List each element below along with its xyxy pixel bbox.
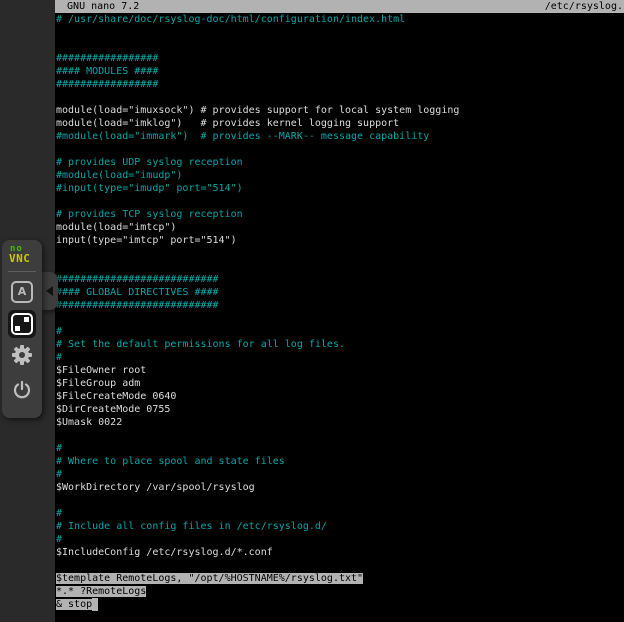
editor-line: # provides UDP syslog reception	[56, 156, 624, 169]
editor-line: & stop	[56, 598, 624, 611]
editor-line	[56, 195, 624, 208]
editor-line: #	[56, 351, 624, 364]
editor-line	[56, 91, 624, 104]
novnc-control-bar: no VNC A	[2, 240, 42, 418]
nano-editor-area[interactable]: # /usr/share/doc/rsyslog-doc/html/config…	[55, 13, 624, 611]
editor-line: $IncludeConfig /etc/rsyslog.d/*.conf	[56, 546, 624, 559]
fullscreen-button[interactable]	[8, 310, 36, 338]
editor-line: #### MODULES ####	[56, 65, 624, 78]
fullscreen-icon	[11, 313, 33, 335]
editor-line	[56, 260, 624, 273]
editor-line	[56, 494, 624, 507]
editor-line: $Umask 0022	[56, 416, 624, 429]
editor-line: #	[56, 442, 624, 455]
editor-line	[56, 247, 624, 260]
terminal-window: GNU nano 7.2 /etc/rsyslog. # /usr/share/…	[55, 0, 624, 622]
keyboard-a-icon: A	[18, 285, 27, 298]
editor-line: *.* ?RemoteLogs	[56, 585, 624, 598]
editor-line: ###########################	[56, 273, 624, 286]
novnc-logo: no VNC	[9, 245, 30, 264]
editor-line: input(type="imtcp" port="514")	[56, 234, 624, 247]
editor-line: # /usr/share/doc/rsyslog-doc/html/config…	[56, 13, 624, 26]
editor-line: ###########################	[56, 299, 624, 312]
editor-line: #	[56, 507, 624, 520]
editor-line: #	[56, 325, 624, 338]
editor-line: $FileOwner root	[56, 364, 624, 377]
editor-line: # provides TCP syslog reception	[56, 208, 624, 221]
editor-line: #################	[56, 52, 624, 65]
editor-line: module(load="imtcp")	[56, 221, 624, 234]
editor-line	[56, 312, 624, 325]
control-bar-handle[interactable]	[42, 272, 58, 310]
editor-line: $FileCreateMode 0640	[56, 390, 624, 403]
editor-line: # Where to place spool and state files	[56, 455, 624, 468]
editor-line	[56, 26, 624, 39]
nano-filename-label: /etc/rsyslog.	[545, 0, 623, 13]
editor-line: #### GLOBAL DIRECTIVES ####	[56, 286, 624, 299]
gear-icon	[11, 344, 33, 366]
editor-line: $template RemoteLogs, "/opt/%HOSTNAME%/r…	[56, 572, 624, 585]
editor-line: # Set the default permissions for all lo…	[56, 338, 624, 351]
editor-line: module(load="imuxsock") # provides suppo…	[56, 104, 624, 117]
editor-line: $FileGroup adm	[56, 377, 624, 390]
keyboard-button[interactable]: A	[11, 281, 33, 303]
editor-line	[56, 143, 624, 156]
editor-line	[56, 559, 624, 572]
editor-line: module(load="imklog") # provides kernel …	[56, 117, 624, 130]
editor-line: # Include all config files in /etc/rsysl…	[56, 520, 624, 533]
editor-line: $WorkDirectory /var/spool/rsyslog	[56, 481, 624, 494]
editor-line: #	[56, 468, 624, 481]
editor-line: $DirCreateMode 0755	[56, 403, 624, 416]
editor-line: #	[56, 533, 624, 546]
editor-line	[56, 429, 624, 442]
editor-line	[56, 39, 624, 52]
editor-line: #################	[56, 78, 624, 91]
text-cursor	[92, 598, 98, 611]
toolbar-divider	[8, 271, 36, 272]
power-icon	[12, 380, 32, 400]
editor-line: #module(load="immark") # provides --MARK…	[56, 130, 624, 143]
settings-button[interactable]	[11, 344, 33, 366]
collapse-arrow-icon	[46, 286, 53, 296]
editor-line: #module(load="imudp")	[56, 169, 624, 182]
nano-titlebar: GNU nano 7.2 /etc/rsyslog.	[55, 0, 624, 13]
editor-line: #input(type="imudp" port="514")	[56, 182, 624, 195]
novnc-logo-vnc: VNC	[9, 253, 30, 264]
nano-version-label: GNU nano 7.2	[55, 0, 139, 13]
disconnect-button[interactable]	[12, 380, 32, 400]
